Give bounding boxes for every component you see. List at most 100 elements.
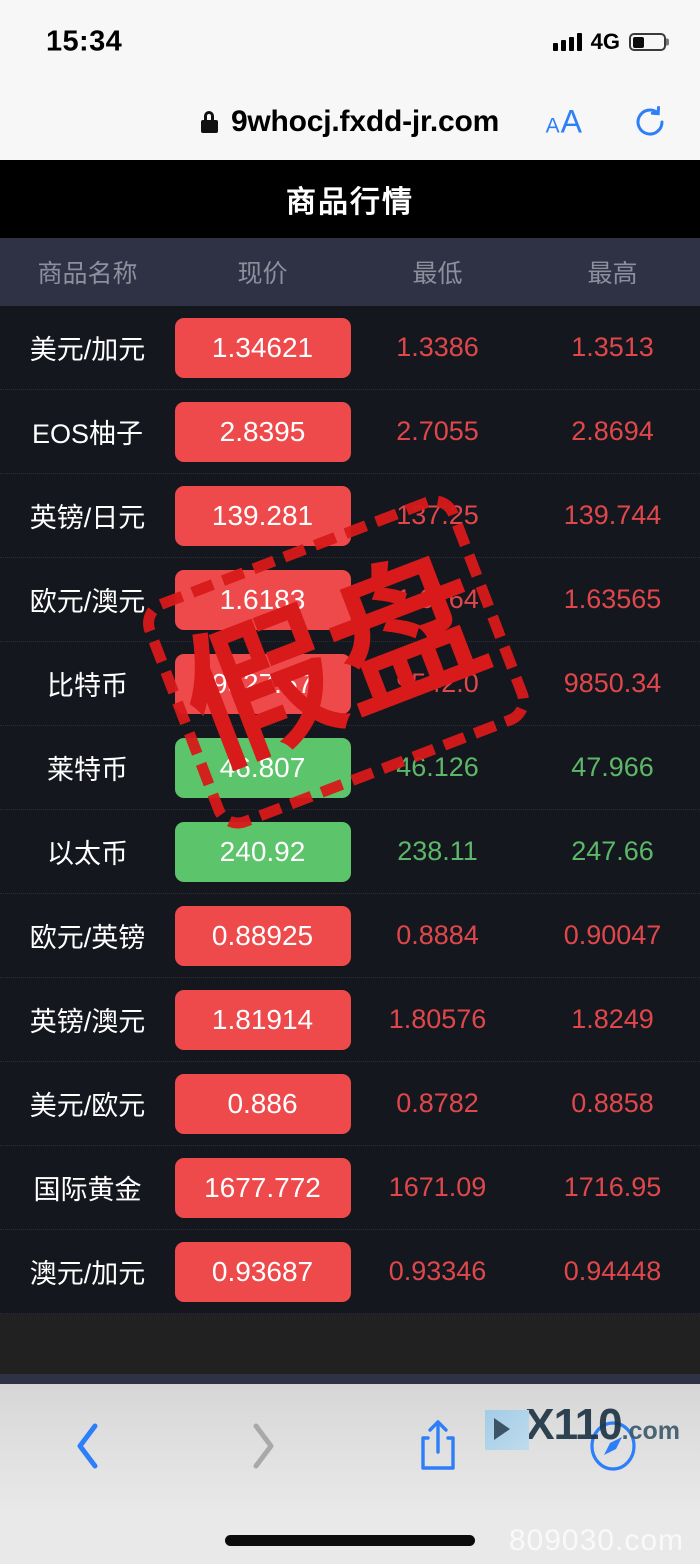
row-current-price: 46.807 — [174, 737, 351, 798]
row-instrument-name: 美元/欧元 — [29, 1091, 146, 1121]
table-row[interactable]: 英镑/澳元 1.81914 1.80576 1.8249 — [0, 978, 700, 1062]
status-bar: 15:34 4G — [0, 0, 700, 84]
row-high-price: 47.966 — [571, 752, 654, 782]
row-price-cell: 1677.772 — [174, 1157, 351, 1218]
url-text: 9whocj.fxdd-jr.com — [230, 105, 500, 138]
row-instrument-name: 美元/加元 — [29, 335, 146, 365]
text-size-small-a: A — [545, 114, 560, 138]
row-instrument-name: 比特币 — [47, 671, 128, 701]
row-low-price: 1.80576 — [388, 1004, 487, 1034]
row-high-price: 247.66 — [571, 836, 654, 866]
row-instrument-name: 澳元/加元 — [29, 1259, 146, 1289]
fx110-logo-suffix: .com — [621, 1417, 680, 1445]
row-price-cell: 0.88925 — [174, 905, 351, 966]
table-row[interactable]: EOS柚子 2.8395 2.7055 2.8694 — [0, 390, 700, 474]
chevron-right-icon — [253, 1423, 273, 1469]
page-title: 商品行情 — [286, 186, 414, 219]
row-current-price: 0.93687 — [174, 1241, 351, 1302]
row-low-price: 0.93346 — [388, 1256, 487, 1286]
row-current-price: 9527.57 — [174, 653, 351, 714]
table-row[interactable]: 国际黄金 1677.772 1671.09 1716.95 — [0, 1146, 700, 1230]
row-price-cell: 1.81914 — [174, 989, 351, 1050]
browser-toolbar: X110 .com — [0, 1384, 700, 1508]
table-row[interactable]: 以太币 240.92 238.11 247.66 — [0, 810, 700, 894]
url-display[interactable]: 9whocj.fxdd-jr.com — [200, 105, 500, 139]
chevron-left-icon — [77, 1423, 97, 1469]
share-icon — [420, 1420, 455, 1470]
column-header-high: 最高 — [587, 260, 638, 288]
row-low-price: 1.3386 — [396, 332, 479, 362]
page-footer-space — [0, 1314, 700, 1374]
row-low-price: 0.8782 — [396, 1088, 479, 1118]
signal-bars-icon — [552, 33, 582, 51]
network-type-label: 4G — [590, 29, 620, 54]
row-price-cell: 46.807 — [174, 737, 351, 798]
table-row[interactable]: 美元/加元 1.34621 1.3386 1.3513 — [0, 306, 700, 390]
table-row[interactable]: 美元/欧元 0.886 0.8782 0.8858 — [0, 1062, 700, 1146]
status-bar-indicators: 4G — [552, 29, 666, 55]
table-row[interactable]: 澳元/加元 0.93687 0.93346 0.94448 — [0, 1230, 700, 1314]
row-price-cell: 0.93687 — [174, 1241, 351, 1302]
row-high-price: 1716.95 — [563, 1172, 662, 1202]
site-watermark: 809030.com — [508, 1524, 684, 1557]
row-low-price: 9542.0 — [396, 668, 479, 698]
row-instrument-name: 莱特币 — [47, 755, 128, 785]
text-size-button[interactable]: A A — [546, 104, 582, 141]
table-row[interactable]: 比特币 9527.57 9542.0 9850.34 — [0, 642, 700, 726]
fx110-mark-icon — [485, 1410, 530, 1450]
lock-icon — [200, 111, 218, 133]
table-row[interactable]: 欧元/英镑 0.88925 0.8884 0.90047 — [0, 894, 700, 978]
table-row[interactable]: 英镑/日元 139.281 137.25 139.744 — [0, 474, 700, 558]
row-price-cell: 139.281 — [174, 485, 351, 546]
row-high-price: 0.90047 — [563, 920, 662, 950]
row-low-price: 46.126 — [396, 752, 479, 782]
row-low-price: 1.6164 — [396, 584, 479, 614]
row-current-price: 139.281 — [174, 485, 351, 546]
row-instrument-name: 国际黄金 — [33, 1175, 142, 1205]
row-low-price: 0.8884 — [396, 920, 479, 950]
row-instrument-name: 英镑/澳元 — [29, 1007, 146, 1037]
fx110-logo-text: X110 — [525, 1400, 622, 1449]
fx110-watermark-logo: X110 .com — [485, 1400, 680, 1450]
row-current-price: 0.88925 — [174, 905, 351, 966]
table-row[interactable]: 莱特币 46.807 46.126 47.966 — [0, 726, 700, 810]
reload-icon[interactable] — [632, 104, 668, 140]
home-indicator — [225, 1535, 475, 1546]
row-high-price: 1.63565 — [563, 584, 662, 614]
row-instrument-name: 以太币 — [47, 839, 128, 869]
row-current-price: 1.81914 — [174, 989, 351, 1050]
row-current-price: 240.92 — [174, 821, 351, 882]
row-current-price: 1.34621 — [174, 317, 351, 378]
row-price-cell: 2.8395 — [174, 401, 351, 462]
row-low-price: 137.25 — [396, 500, 479, 530]
row-high-price: 0.94448 — [563, 1256, 662, 1286]
row-high-price: 9850.34 — [563, 668, 662, 698]
column-header-name: 商品名称 — [37, 260, 138, 288]
quotes-table-header: 商品名称 现价 最低 最高 — [0, 238, 700, 306]
row-price-cell: 240.92 — [174, 821, 351, 882]
row-instrument-name: EOS柚子 — [31, 419, 144, 449]
row-price-cell: 0.886 — [174, 1073, 351, 1134]
browser-url-bar[interactable]: 9whocj.fxdd-jr.com A A — [0, 84, 700, 160]
column-header-price: 现价 — [237, 260, 288, 288]
row-instrument-name: 欧元/英镑 — [29, 923, 146, 953]
row-current-price: 2.8395 — [174, 401, 351, 462]
row-price-cell: 9527.57 — [174, 653, 351, 714]
back-button[interactable] — [0, 1421, 175, 1471]
row-low-price: 2.7055 — [396, 416, 479, 446]
forward-button[interactable] — [175, 1421, 350, 1471]
page-bottom-strip — [0, 1374, 700, 1384]
row-high-price: 2.8694 — [571, 416, 654, 446]
row-high-price: 1.8249 — [571, 1004, 654, 1034]
row-low-price: 1671.09 — [388, 1172, 487, 1202]
column-header-low: 最低 — [412, 260, 463, 288]
table-row[interactable]: 欧元/澳元 1.6183 1.6164 1.63565 — [0, 558, 700, 642]
row-high-price: 0.8858 — [571, 1088, 654, 1118]
row-current-price: 1677.772 — [174, 1157, 351, 1218]
page-title-bar: 商品行情 — [0, 160, 700, 238]
battery-icon — [629, 33, 666, 51]
row-high-price: 139.744 — [563, 500, 662, 530]
text-size-large-a: A — [560, 103, 582, 140]
home-indicator-area: 809030.com — [0, 1508, 700, 1564]
row-instrument-name: 欧元/澳元 — [29, 587, 146, 617]
